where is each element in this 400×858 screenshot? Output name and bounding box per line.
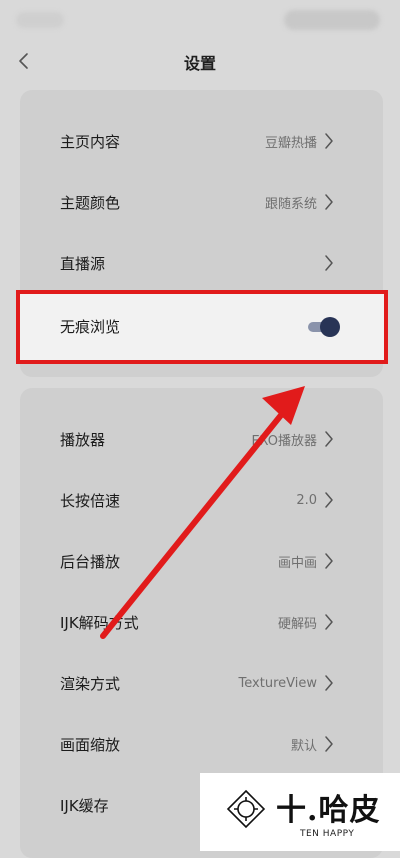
chevron-right-icon <box>323 613 335 631</box>
settings-row-label: 直播源 <box>60 254 106 273</box>
settings-row-label: IJK缓存 <box>60 796 109 815</box>
settings-row-live-source[interactable]: 直播源 <box>20 233 383 293</box>
settings-row-label: 渲染方式 <box>60 674 121 693</box>
chevron-right-icon <box>323 552 335 570</box>
chevron-right-icon <box>323 254 335 272</box>
settings-row-value: 跟随系统 <box>264 196 317 212</box>
watermark-subtitle: TEN HAPPY <box>300 829 355 839</box>
settings-row-incognito[interactable]: 无痕浏览 <box>16 290 388 364</box>
chevron-right-icon <box>323 735 335 753</box>
chevron-right-icon <box>323 491 335 509</box>
settings-row-value: 默认 <box>290 738 317 754</box>
status-bar-right-blur <box>284 10 380 30</box>
settings-row-background-play[interactable]: 后台播放 画中画 <box>20 531 383 591</box>
settings-row-value: 2.0 <box>296 492 317 508</box>
settings-row-label: 后台播放 <box>60 552 121 571</box>
incognito-toggle[interactable] <box>308 317 340 337</box>
settings-row-home-content[interactable]: 主页内容 豆瓣热播 <box>20 111 383 171</box>
settings-row-value: EXO播放器 <box>251 433 317 449</box>
settings-row-label: IJK解码方式 <box>60 613 139 632</box>
watermark-title: 十.哈皮 <box>276 793 381 828</box>
top-bar: 设置 <box>0 40 400 82</box>
chevron-right-icon <box>323 430 335 448</box>
settings-row-label: 主页内容 <box>60 132 121 151</box>
settings-row-long-press-speed[interactable]: 长按倍速 2.0 <box>20 470 383 530</box>
toggle-knob <box>320 317 340 337</box>
settings-row-ijk-decode[interactable]: IJK解码方式 硬解码 <box>20 592 383 652</box>
settings-row-label: 无痕浏览 <box>60 318 121 336</box>
chevron-right-icon <box>323 193 335 211</box>
settings-row-render-mode[interactable]: 渲染方式 TextureView <box>20 653 383 713</box>
settings-row-value: 画中画 <box>277 555 317 571</box>
settings-row-value: 硬解码 <box>277 616 317 632</box>
chevron-right-icon <box>323 132 335 150</box>
status-bar-left-blur <box>16 12 64 28</box>
settings-row-screen-scale[interactable]: 画面缩放 默认 <box>20 714 383 774</box>
settings-row-label: 长按倍速 <box>60 491 121 510</box>
settings-row-label: 主题颜色 <box>60 193 121 212</box>
watermark: 十.哈皮 TEN HAPPY <box>200 773 400 851</box>
settings-row-value: TextureView <box>238 675 317 691</box>
settings-row-player[interactable]: 播放器 EXO播放器 <box>20 409 383 469</box>
settings-row-label: 画面缩放 <box>60 735 121 754</box>
settings-row-theme-color[interactable]: 主题颜色 跟随系统 <box>20 172 383 232</box>
watermark-logo-icon <box>226 789 266 829</box>
page-title: 设置 <box>183 54 216 73</box>
chevron-right-icon <box>323 674 335 692</box>
settings-row-value: 豆瓣热播 <box>264 135 317 151</box>
settings-row-label: 播放器 <box>60 430 106 449</box>
